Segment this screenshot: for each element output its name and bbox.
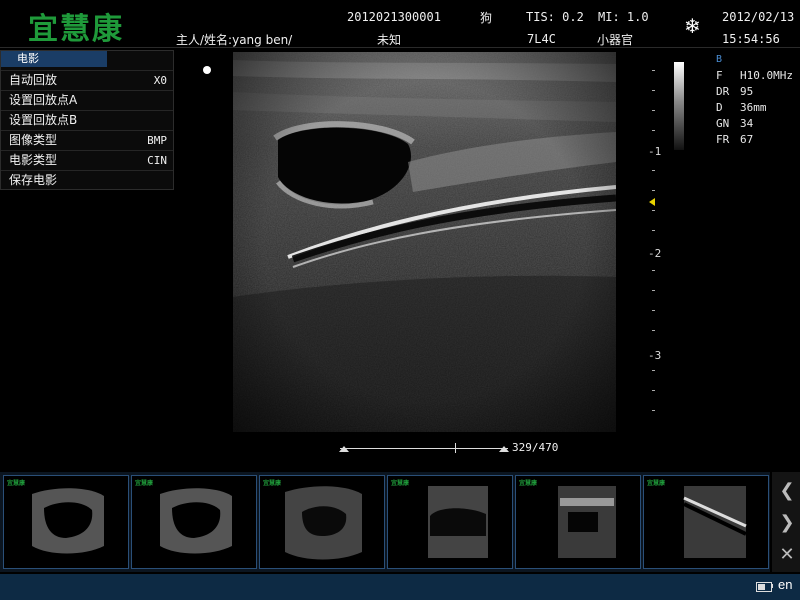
battery-icon [756, 582, 772, 592]
param-key: GN [716, 117, 730, 130]
gray-scale-bar [674, 62, 684, 150]
thumbnail[interactable]: 宜慧康 [259, 475, 385, 569]
menu-item-label: 保存电影 [9, 173, 58, 187]
status-bar [0, 574, 800, 600]
thumbnail-logo: 宜慧康 [647, 480, 666, 487]
focus-marker[interactable] [649, 198, 655, 206]
param-value: H10.0MHz [740, 69, 793, 82]
cine-start-marker[interactable] [339, 446, 349, 452]
species-label: 狗 [480, 11, 493, 25]
menu-item-label: 图像类型 [9, 133, 58, 147]
depth-ticks [652, 60, 656, 420]
cine-frame-counter: 329/470 [512, 441, 559, 454]
menu-item-label: 设置回放点A [9, 93, 78, 107]
brand-logo: 宜慧康 [28, 12, 124, 47]
thumbnail[interactable]: 宜慧康 [387, 475, 513, 569]
thumbnail-logo: 宜慧康 [7, 480, 26, 487]
orientation-marker [203, 66, 211, 74]
param-key: D [716, 101, 723, 114]
thumbnail-logo: 宜慧康 [519, 480, 538, 487]
thumbnail-logo: 宜慧康 [391, 480, 410, 487]
thumbnail[interactable]: 宜慧康 [515, 475, 641, 569]
cine-end-marker[interactable] [499, 446, 509, 452]
param-key: DR [716, 85, 730, 98]
cine-slider-thumb[interactable] [455, 443, 456, 453]
thumbnail-image [285, 486, 362, 560]
language-indicator[interactable]: en [778, 577, 792, 592]
thumbnail[interactable]: 宜慧康 [131, 475, 257, 569]
param-value: 34 [740, 117, 754, 130]
menu-item-set-point-a[interactable]: 设置回放点A [1, 90, 173, 110]
tis-readout: TIS: 0.2 [526, 10, 584, 24]
thumbnail[interactable]: 宜慧康 [3, 475, 129, 569]
param-value: 67 [740, 133, 754, 146]
chevron-right-icon[interactable]: ❯ [776, 512, 798, 534]
menu-item-cine-type[interactable]: 电影类型 CIN [1, 150, 173, 170]
menu-item-value: CIN [147, 154, 167, 167]
cine-slider[interactable] [339, 442, 509, 456]
thumbnail-image [428, 486, 488, 558]
thumbnail[interactable]: 宜慧康 [643, 475, 769, 569]
menu-item-auto-playback[interactable]: 自动回放 X0 [1, 70, 173, 90]
menu-item-save-cine[interactable]: 保存电影 [1, 170, 173, 190]
chevron-left-icon[interactable]: ❮ [776, 480, 798, 502]
thumbnail-image [32, 488, 104, 554]
battery-tip [771, 584, 773, 588]
param-value: 36mm [740, 101, 767, 114]
image-parameters: B F H10.0MHz DR 95 D 36mm GN 34 FR 67 [716, 52, 793, 148]
cine-menu-title: 电影 [1, 51, 107, 67]
thumbnail-logo: 宜慧康 [135, 480, 154, 487]
param-value: 95 [740, 85, 754, 98]
thumbnail-image [558, 486, 616, 558]
thumbnail-image [683, 486, 747, 558]
owner-name: 主人/姓名:yang ben/ [176, 33, 293, 47]
menu-item-label: 自动回放 [9, 73, 58, 87]
exam-type: 小器官 [597, 33, 634, 47]
thumbnail-nav: ❮ ❯ ✕ [772, 472, 800, 572]
thumbnail-strip: 宜慧康 宜慧康 宜慧康 宜慧康 宜慧康 宜慧康 [0, 472, 770, 572]
probe-label: 7L4C [527, 32, 556, 46]
close-icon[interactable]: ✕ [776, 544, 798, 566]
menu-item-label: 电影类型 [9, 153, 58, 167]
mi-readout: MI: 1.0 [598, 10, 649, 24]
thumbnail-image [160, 488, 232, 554]
param-key: FR [716, 133, 730, 146]
thumbnail-logo: 宜慧康 [263, 480, 282, 487]
param-key: F [716, 69, 723, 82]
mode-label: B [716, 54, 723, 65]
menu-item-value: BMP [147, 134, 167, 147]
unknown-label: 未知 [377, 33, 402, 47]
patient-id: 2012021300001 [347, 10, 441, 24]
menu-item-set-point-b[interactable]: 设置回放点B [1, 110, 173, 130]
menu-item-value: X0 [153, 74, 167, 87]
cine-menu: 电影 自动回放 X0 设置回放点A 设置回放点B 图像类型 BMP 电影类型 C… [0, 50, 174, 190]
header-divider [0, 47, 800, 48]
exam-time: 15:54:56 [722, 32, 780, 46]
exam-date: 2012/02/13 [722, 10, 795, 24]
snowflake-icon[interactable]: ❄ [684, 14, 701, 38]
menu-item-label: 设置回放点B [9, 113, 78, 127]
menu-item-image-type[interactable]: 图像类型 BMP [1, 130, 173, 150]
ultrasound-image[interactable] [233, 52, 616, 432]
cine-slider-track[interactable] [340, 448, 508, 449]
